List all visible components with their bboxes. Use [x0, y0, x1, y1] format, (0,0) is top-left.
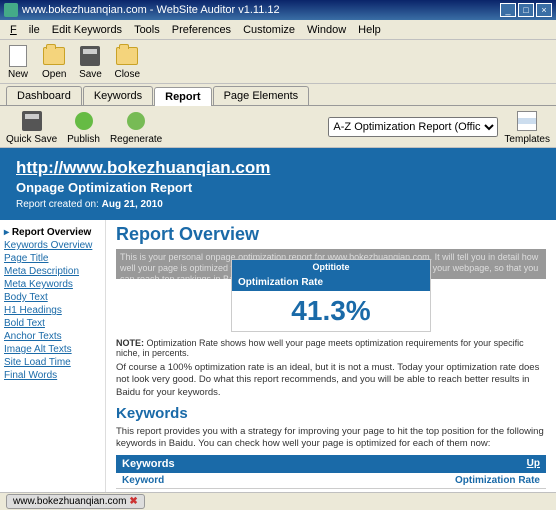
disk-icon	[22, 111, 42, 131]
nav-image-alt-texts[interactable]: Image Alt Texts	[4, 343, 101, 356]
tab-page-elements[interactable]: Page Elements	[213, 86, 310, 105]
publish-button[interactable]: Publish	[67, 109, 100, 145]
app-icon	[4, 3, 18, 17]
opt-small-header: Optitiote	[232, 260, 430, 274]
menu-window[interactable]: Window	[301, 22, 352, 38]
window-title: www.bokezhuanqian.com - WebSite Auditor …	[22, 4, 280, 16]
new-button[interactable]: New	[6, 44, 30, 80]
globe-icon	[75, 112, 93, 130]
close-button[interactable]: ×	[536, 3, 552, 17]
report-subtitle: Onpage Optimization Report	[16, 180, 540, 195]
nav-bold-text[interactable]: Bold Text	[4, 317, 101, 330]
view-tabs: Dashboard Keywords Report Page Elements	[0, 84, 556, 106]
project-tab[interactable]: www.bokezhuanqian.com ✖	[6, 494, 145, 509]
optimization-rate-box: Optitiote Optimization Rate 41.3%	[231, 259, 431, 332]
keywords-table: KeywordsUp KeywordOptimization Rate 1 博客…	[116, 455, 546, 492]
menu-edit-keywords[interactable]: Edit Keywords	[46, 22, 128, 38]
table-row: 1 博客赚钱 38.6%	[116, 488, 546, 492]
col-rate: Optimization Rate	[288, 473, 546, 489]
report-banner: http://www.bokezhuanqian.com Onpage Opti…	[0, 148, 556, 220]
nav-body-text[interactable]: Body Text	[4, 291, 101, 304]
up-link[interactable]: Up	[288, 455, 546, 473]
main-toolbar: New Open Save Close	[0, 40, 556, 84]
quick-save-button[interactable]: Quick Save	[6, 109, 57, 145]
menu-tools[interactable]: Tools	[128, 22, 166, 38]
note-text: Note: Optimization Rate shows how well y…	[116, 338, 546, 358]
nav-site-load-time[interactable]: Site Load Time	[4, 356, 101, 369]
keywords-para: This report provides you with a strategy…	[116, 426, 546, 451]
menu-customize[interactable]: Customize	[237, 22, 301, 38]
tab-dashboard[interactable]: Dashboard	[6, 86, 82, 105]
folder-close-icon	[116, 47, 138, 65]
nav-report-overview[interactable]: Report Overview	[4, 226, 101, 239]
report-body[interactable]: Report Overview This is your personal on…	[106, 220, 556, 492]
table-title: Keywords	[116, 455, 288, 473]
nav-page-title[interactable]: Page Title	[4, 252, 101, 265]
nav-final-words[interactable]: Final Words	[4, 369, 101, 382]
close-tab-icon[interactable]: ✖	[129, 496, 137, 507]
tab-keywords[interactable]: Keywords	[83, 86, 153, 105]
menu-file[interactable]: File	[4, 22, 46, 38]
save-button[interactable]: Save	[78, 44, 102, 80]
menubar: File Edit Keywords Tools Preferences Cus…	[0, 20, 556, 40]
nav-h1-headings[interactable]: H1 Headings	[4, 304, 101, 317]
statusbar: www.bokezhuanqian.com ✖	[0, 492, 556, 510]
nav-meta-keywords[interactable]: Meta Keywords	[4, 278, 101, 291]
para-advice: Of course a 100% optimization rate is an…	[116, 362, 546, 399]
close-project-button[interactable]: Close	[114, 44, 140, 80]
regenerate-button[interactable]: Regenerate	[110, 109, 162, 145]
report-content: http://www.bokezhuanqian.com Onpage Opti…	[0, 148, 556, 492]
report-date: Report created on: Aug 21, 2010	[16, 199, 540, 210]
refresh-icon	[127, 112, 145, 130]
section-heading: Report Overview	[116, 224, 546, 245]
nav-anchor-texts[interactable]: Anchor Texts	[4, 330, 101, 343]
nav-keywords-overview[interactable]: Keywords Overview	[4, 239, 101, 252]
menu-preferences[interactable]: Preferences	[166, 22, 237, 38]
folder-icon	[43, 47, 65, 65]
templates-icon	[517, 111, 537, 131]
open-button[interactable]: Open	[42, 44, 66, 80]
templates-button[interactable]: Templates	[504, 109, 550, 145]
report-url: http://www.bokezhuanqian.com	[16, 158, 540, 178]
opt-rate-value: 41.3%	[232, 291, 430, 331]
maximize-button[interactable]: □	[518, 3, 534, 17]
col-keyword: Keyword	[116, 473, 288, 489]
window-titlebar: www.bokezhuanqian.com - WebSite Auditor …	[0, 0, 556, 20]
report-toolbar: Quick Save Publish Regenerate A-Z Optimi…	[0, 106, 556, 148]
page-icon	[9, 45, 27, 67]
nav-meta-description[interactable]: Meta Description	[4, 265, 101, 278]
minimize-button[interactable]: _	[500, 3, 516, 17]
report-nav: Report Overview Keywords Overview Page T…	[0, 220, 106, 492]
template-select[interactable]: A-Z Optimization Report (Office Blue)	[328, 117, 498, 137]
keywords-heading: Keywords	[116, 405, 546, 422]
disk-icon	[80, 46, 100, 66]
tab-report[interactable]: Report	[154, 87, 211, 106]
opt-header: Optimization Rate	[232, 274, 430, 291]
menu-help[interactable]: Help	[352, 22, 387, 38]
